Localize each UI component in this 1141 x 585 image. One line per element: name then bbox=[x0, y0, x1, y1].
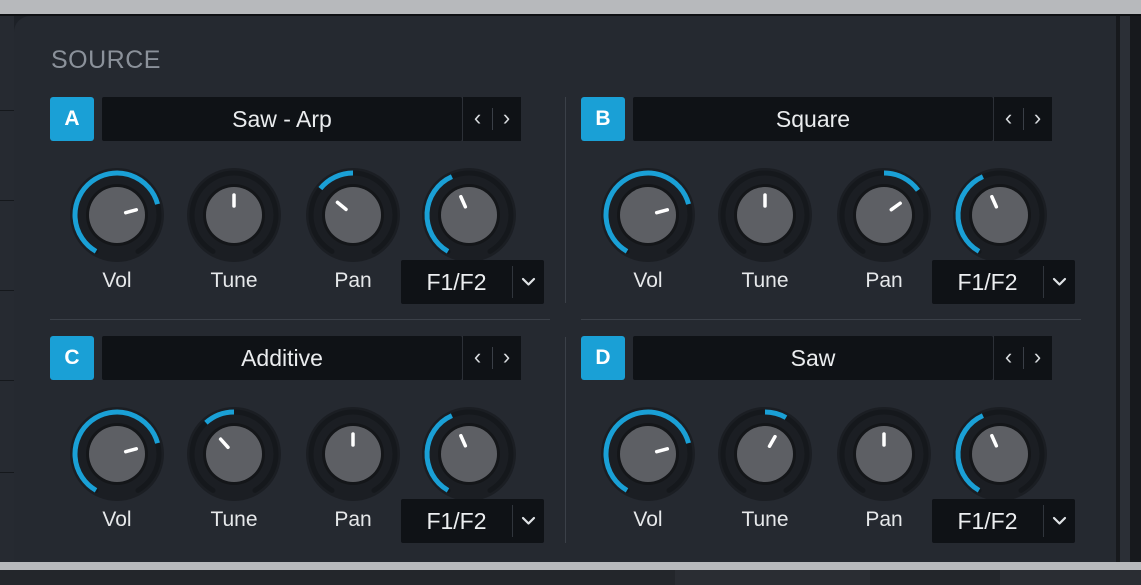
routing-menu[interactable]: F1/F2 bbox=[932, 260, 1075, 304]
bottom-strip bbox=[0, 570, 1141, 585]
divider-horizontal-right bbox=[581, 319, 1081, 320]
knob-label-vol: Vol bbox=[102, 269, 132, 292]
knob-vol[interactable] bbox=[598, 404, 698, 504]
window-bottom-bar bbox=[0, 562, 1141, 570]
knob-label-vol: Vol bbox=[633, 508, 663, 531]
chevron-left-icon[interactable]: ‹ bbox=[463, 336, 492, 380]
knob-tune[interactable] bbox=[715, 404, 815, 504]
routing-menu-value: F1/F2 bbox=[426, 508, 487, 534]
chevron-down-icon[interactable] bbox=[1044, 260, 1075, 304]
bottom-strip-segment bbox=[1000, 570, 1141, 585]
oscillator-c-waveform-name[interactable]: Additive bbox=[102, 336, 462, 380]
oscillator-d-waveform-name[interactable]: Saw bbox=[633, 336, 993, 380]
waveform-nav: ‹ › bbox=[462, 97, 521, 141]
knob-cap bbox=[441, 426, 497, 482]
knob-cap bbox=[620, 187, 676, 243]
left-strip-divider bbox=[0, 200, 14, 201]
knob-pan[interactable] bbox=[834, 165, 934, 265]
knob-cap bbox=[972, 426, 1028, 482]
knob-vol[interactable] bbox=[598, 165, 698, 265]
left-side-strip bbox=[0, 16, 14, 562]
section-title: SOURCE bbox=[51, 46, 161, 74]
knob-f1-f2[interactable] bbox=[950, 165, 1050, 265]
knob-f1-f2[interactable] bbox=[419, 404, 519, 504]
routing-menu-value: F1/F2 bbox=[957, 269, 1018, 295]
routing-menu[interactable]: F1/F2 bbox=[932, 499, 1075, 543]
right-scrollbar[interactable] bbox=[1116, 16, 1141, 562]
chevron-down-icon[interactable] bbox=[1044, 499, 1075, 543]
knob-cap bbox=[325, 187, 381, 243]
oscillator-a-badge[interactable]: A bbox=[50, 97, 94, 141]
knob-label-pan: Pan bbox=[865, 508, 903, 531]
left-strip-divider bbox=[0, 380, 14, 381]
knob-label-pan: Pan bbox=[334, 508, 372, 531]
chevron-down-shape bbox=[521, 277, 536, 286]
waveform-nav: ‹ › bbox=[993, 336, 1052, 380]
knob-label-tune: Tune bbox=[741, 508, 789, 531]
knob-label-tune: Tune bbox=[210, 508, 258, 531]
knob-pan[interactable] bbox=[303, 165, 403, 265]
knob-cap bbox=[206, 426, 262, 482]
chevron-down-shape bbox=[1052, 516, 1067, 525]
scrollbar-track[interactable] bbox=[1120, 16, 1130, 562]
routing-menu[interactable]: F1/F2 bbox=[401, 260, 544, 304]
routing-menu[interactable]: F1/F2 bbox=[401, 499, 544, 543]
knob-label-tune: Tune bbox=[741, 269, 789, 292]
waveform-nav: ‹ › bbox=[462, 336, 521, 380]
chevron-left-icon[interactable]: ‹ bbox=[994, 97, 1023, 141]
routing-menu-value: F1/F2 bbox=[426, 269, 487, 295]
knob-label-pan: Pan bbox=[334, 269, 372, 292]
window-top-bar bbox=[0, 0, 1141, 14]
oscillator-a: A Saw - Arp ‹ › Vol Tune Pan F1/F2 bbox=[50, 97, 550, 307]
knob-vol[interactable] bbox=[67, 404, 167, 504]
left-strip-divider bbox=[0, 290, 14, 291]
knob-pan[interactable] bbox=[834, 404, 934, 504]
knob-cap bbox=[856, 187, 912, 243]
knob-label-vol: Vol bbox=[102, 508, 132, 531]
oscillator-c-badge[interactable]: C bbox=[50, 336, 94, 380]
divider-horizontal-left bbox=[50, 319, 550, 320]
knob-tune[interactable] bbox=[715, 165, 815, 265]
knob-cap bbox=[89, 187, 145, 243]
chevron-right-icon[interactable]: › bbox=[1023, 97, 1052, 141]
chevron-down-shape bbox=[521, 516, 536, 525]
knob-cap bbox=[737, 426, 793, 482]
chevron-down-icon[interactable] bbox=[513, 260, 544, 304]
oscillator-b-badge[interactable]: B bbox=[581, 97, 625, 141]
knob-label-vol: Vol bbox=[633, 269, 663, 292]
knob-cap bbox=[441, 187, 497, 243]
oscillator-d: D Saw ‹ › Vol Tune Pan F1/F2 bbox=[581, 336, 1081, 546]
knob-f1-f2[interactable] bbox=[419, 165, 519, 265]
divider-vertical-top bbox=[565, 97, 566, 303]
bottom-strip-segment bbox=[675, 570, 870, 585]
chevron-right-icon[interactable]: › bbox=[492, 336, 521, 380]
knob-cap bbox=[89, 426, 145, 482]
knob-cap bbox=[620, 426, 676, 482]
knob-f1-f2[interactable] bbox=[950, 404, 1050, 504]
oscillator-b-waveform-name[interactable]: Square bbox=[633, 97, 993, 141]
knob-cap bbox=[972, 187, 1028, 243]
waveform-nav: ‹ › bbox=[993, 97, 1052, 141]
routing-menu-value: F1/F2 bbox=[957, 508, 1018, 534]
chevron-down-shape bbox=[1052, 277, 1067, 286]
oscillator-a-waveform-name[interactable]: Saw - Arp bbox=[102, 97, 462, 141]
knob-label-tune: Tune bbox=[210, 269, 258, 292]
knob-tune[interactable] bbox=[184, 165, 284, 265]
chevron-left-icon[interactable]: ‹ bbox=[463, 97, 492, 141]
chevron-down-icon[interactable] bbox=[513, 499, 544, 543]
knob-label-pan: Pan bbox=[865, 269, 903, 292]
knob-vol[interactable] bbox=[67, 165, 167, 265]
chevron-left-icon[interactable]: ‹ bbox=[994, 336, 1023, 380]
left-strip-divider bbox=[0, 110, 14, 111]
oscillator-b: B Square ‹ › Vol Tune Pan F1/F2 bbox=[581, 97, 1081, 307]
knob-tune[interactable] bbox=[184, 404, 284, 504]
oscillator-d-badge[interactable]: D bbox=[581, 336, 625, 380]
knob-pan[interactable] bbox=[303, 404, 403, 504]
oscillator-c: C Additive ‹ › Vol Tune Pan F1/F2 bbox=[50, 336, 550, 546]
divider-vertical-bottom bbox=[565, 337, 566, 543]
chevron-right-icon[interactable]: › bbox=[1023, 336, 1052, 380]
left-strip-divider bbox=[0, 472, 14, 473]
chevron-right-icon[interactable]: › bbox=[492, 97, 521, 141]
